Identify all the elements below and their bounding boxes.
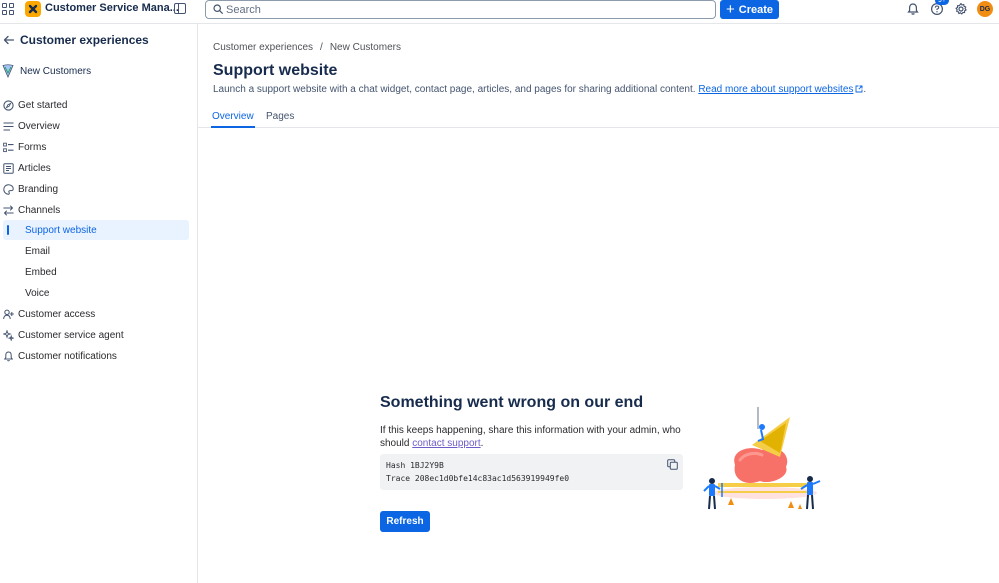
sidebar-item-forms[interactable]: Forms xyxy=(0,137,190,157)
sidebar-item-customer-service-agent[interactable]: Customer service agent xyxy=(0,325,190,345)
plus-icon: + xyxy=(725,0,735,18)
tab-pages[interactable]: Pages xyxy=(266,111,294,128)
sidebar-item-customer-notifications[interactable]: Customer notifications xyxy=(0,346,190,366)
sidebar-item-articles[interactable]: Articles xyxy=(0,158,190,178)
contact-support-link[interactable]: contact support xyxy=(412,438,480,449)
notifications-bell-icon[interactable] xyxy=(906,2,920,16)
sidebar-item-label: Articles xyxy=(18,163,51,174)
arrows-swap-icon xyxy=(3,205,14,216)
sidebar-item-get-started[interactable]: Get started xyxy=(0,95,190,115)
breadcrumb: Customer experiences / New Customers xyxy=(213,42,401,53)
sidebar-item-label: Branding xyxy=(18,184,59,195)
error-description: If this keeps happening, share this info… xyxy=(380,424,690,450)
refresh-button[interactable]: Refresh xyxy=(380,511,430,532)
sidebar-item-label: Customer service agent xyxy=(18,330,124,341)
sidebar-item-label: Channels xyxy=(18,205,61,216)
sidebar-item-label: Support website xyxy=(25,225,97,236)
sidebar-item-label: Email xyxy=(25,246,51,257)
sidebar-item-label: Forms xyxy=(18,142,47,153)
page-description-text: Launch a support website with a chat wid… xyxy=(213,84,696,95)
create-button-label: Create xyxy=(738,3,773,16)
sidebar-item-support-website[interactable]: Support website xyxy=(3,220,189,240)
error-details-box: Hash 1BJ2Y9B Trace 208ec1d0bfe14c83ac1d5… xyxy=(380,454,683,490)
help-badge: 9+ xyxy=(935,0,949,5)
sidebar-heading: Customer experiences xyxy=(20,33,149,47)
bell-icon xyxy=(3,351,14,362)
top-navigation-bar: Customer Service Mana... + Create 9+ DG xyxy=(0,0,999,24)
sidebar-item-channels[interactable]: Channels xyxy=(0,200,190,220)
sidebar-item-overview[interactable]: Overview xyxy=(0,116,190,136)
sidebar-item-label: Customer access xyxy=(18,309,96,320)
error-title: Something went wrong on our end xyxy=(380,394,644,411)
person-add-icon xyxy=(3,309,14,320)
sidebar-item-embed[interactable]: Embed xyxy=(0,262,190,282)
error-description-end: . xyxy=(480,438,484,449)
app-logo-icon[interactable] xyxy=(25,1,41,17)
tab-overview[interactable]: Overview xyxy=(211,111,255,128)
trace-line: Trace 208ec1d0bfe14c83ac1d563919949fe0 xyxy=(386,474,570,483)
project-name[interactable]: New Customers xyxy=(20,66,91,77)
sparkle-icon xyxy=(3,330,14,341)
search-icon xyxy=(213,4,223,14)
create-button[interactable]: + Create xyxy=(720,0,779,19)
hash-line: Hash 1BJ2Y9B xyxy=(386,461,444,470)
breadcrumb-item[interactable]: New Customers xyxy=(330,42,401,53)
settings-gear-icon[interactable] xyxy=(954,2,968,16)
project-icon[interactable] xyxy=(2,64,14,78)
user-avatar[interactable]: DG xyxy=(977,1,993,17)
back-arrow-icon[interactable] xyxy=(3,34,15,46)
page-description: Launch a support website with a chat wid… xyxy=(213,84,866,95)
sidebar-item-label: Get started xyxy=(18,100,68,111)
sidebar-item-branding[interactable]: Branding xyxy=(0,179,190,199)
search-box[interactable] xyxy=(205,0,716,19)
search-input[interactable] xyxy=(226,2,706,17)
page-title: Support website xyxy=(213,62,338,79)
sidebar-item-voice[interactable]: Voice xyxy=(0,283,190,303)
app-switcher-icon[interactable] xyxy=(2,3,14,15)
app-title[interactable]: Customer Service Mana... xyxy=(45,2,179,14)
list-icon xyxy=(3,142,14,153)
copy-icon[interactable] xyxy=(667,459,678,470)
read-more-link[interactable]: Read more about support websites xyxy=(698,84,853,95)
sidebar-item-label: Customer notifications xyxy=(18,351,117,362)
breadcrumb-separator: / xyxy=(320,42,323,53)
compass-icon xyxy=(3,100,14,111)
sidebar-item-label: Voice xyxy=(25,288,50,299)
palette-icon xyxy=(3,184,14,195)
article-icon xyxy=(3,163,14,174)
breadcrumb-item[interactable]: Customer experiences xyxy=(213,42,313,53)
sidebar-item-label: Overview xyxy=(18,121,60,132)
sidebar-item-customer-access[interactable]: Customer access xyxy=(0,304,190,324)
description-end: . xyxy=(863,84,867,95)
sidebar-item-email[interactable]: Email xyxy=(0,241,190,261)
tab-bar: Overview Pages xyxy=(198,108,999,128)
lines-icon xyxy=(3,122,14,131)
sidebar-item-label: Embed xyxy=(25,267,57,278)
collapse-sidebar-icon[interactable] xyxy=(174,3,186,14)
error-illustration xyxy=(703,407,821,510)
sidebar: Customer experiences New Customers Get s… xyxy=(0,24,198,583)
